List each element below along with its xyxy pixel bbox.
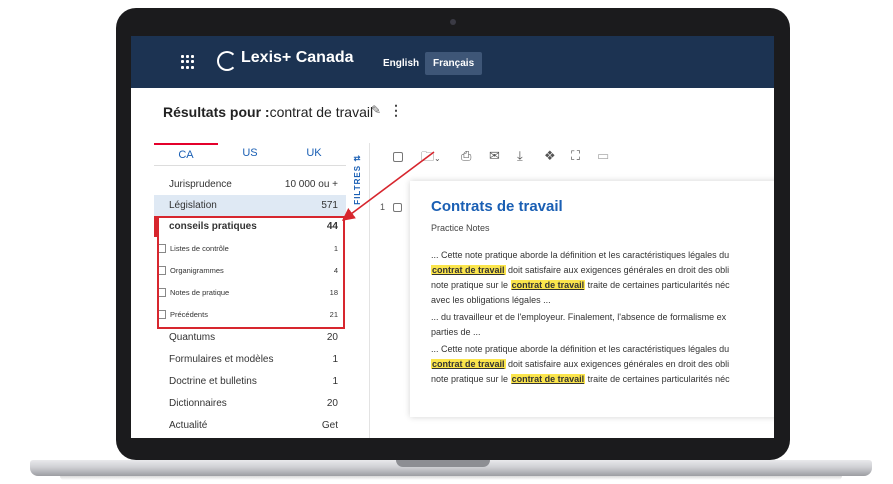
camera-icon <box>450 19 456 25</box>
laptop-notch <box>396 460 490 467</box>
app-screen: Lexis+ Canada English Français Résultats… <box>131 36 774 438</box>
annotation-arrow <box>341 151 435 221</box>
laptop-shadow <box>60 476 842 480</box>
